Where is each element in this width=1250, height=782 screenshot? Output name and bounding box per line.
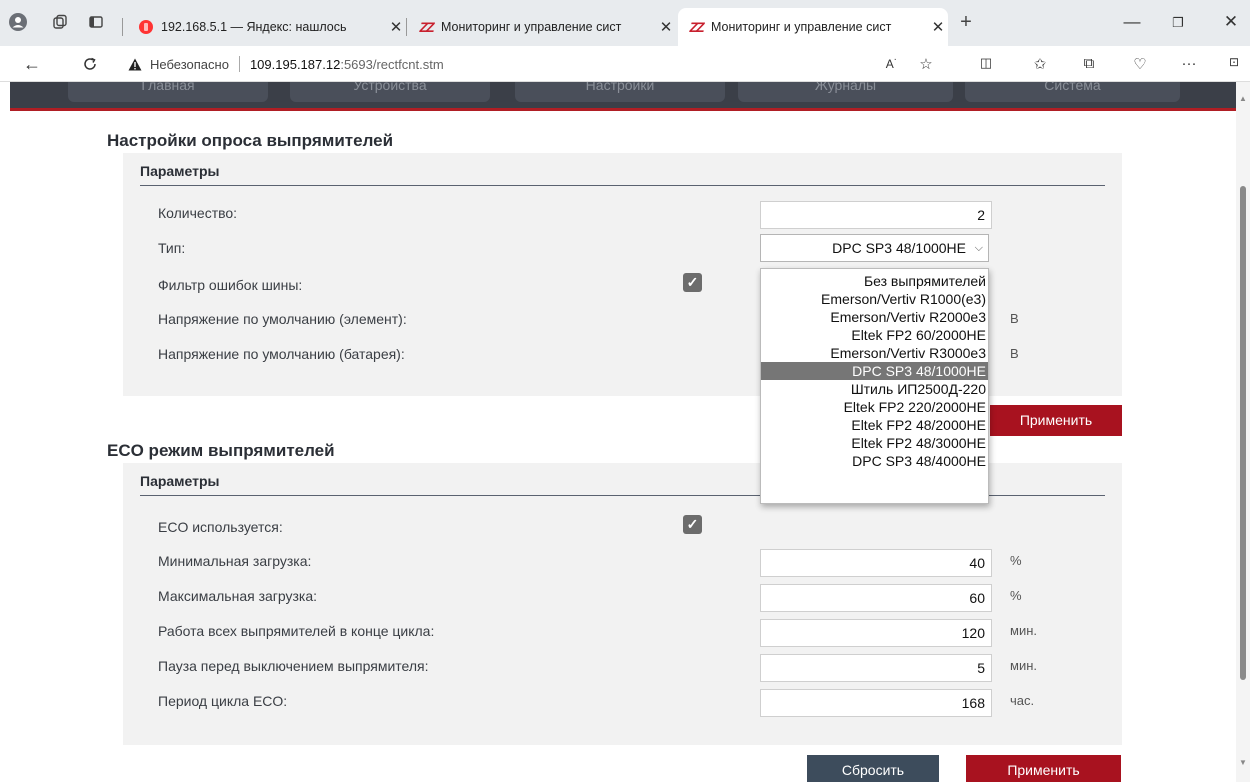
eco-period-label: Период цикла ECO: bbox=[158, 693, 288, 709]
app-logo-icon: ZZ bbox=[689, 19, 704, 35]
type-select-value: DPC SP3 48/1000HE bbox=[832, 240, 966, 256]
scroll-down-icon[interactable]: ▼ bbox=[1239, 758, 1247, 767]
scroll-up-icon[interactable]: ▲ bbox=[1239, 94, 1247, 103]
voltage-cell-label: Напряжение по умолчанию (элемент): bbox=[158, 311, 407, 327]
eco-panel: Параметры ECO используется: ✓ Минимальна… bbox=[123, 463, 1122, 745]
nav-item-home[interactable]: Главная bbox=[68, 82, 268, 102]
close-icon[interactable]: ✕ bbox=[386, 18, 406, 36]
collections-toolbar-icon[interactable]: ⧉ bbox=[1078, 55, 1100, 72]
type-option[interactable]: Emerson/Vertiv R3000e3 bbox=[761, 344, 988, 362]
all-run-label: Работа всех выпрямителей в конце цикла: bbox=[158, 623, 435, 639]
bus-filter-checkbox[interactable]: ✓ bbox=[683, 273, 702, 292]
max-load-unit: % bbox=[1010, 588, 1022, 603]
url-divider bbox=[238, 56, 240, 72]
chevron-down-icon: ⌵ bbox=[974, 242, 983, 254]
type-option[interactable]: DPC SP3 48/4000HE bbox=[761, 452, 988, 470]
type-option[interactable]: Eltek FP2 60/2000HE bbox=[761, 326, 988, 344]
url-host: 109.195.187.12 bbox=[249, 56, 341, 72]
type-label: Тип: bbox=[158, 240, 186, 256]
bus-filter-label: Фильтр ошибок шины: bbox=[158, 277, 303, 293]
max-load-input[interactable]: 60 bbox=[760, 584, 992, 612]
tab-separator bbox=[406, 18, 407, 36]
restore-icon[interactable]: ❐ bbox=[1163, 15, 1193, 31]
quantity-label: Количество: bbox=[158, 205, 238, 221]
url-path: :5693/rectfcnt.stm bbox=[340, 56, 444, 72]
top-nav: Главная Устройства Настройки Журналы Сис… bbox=[10, 82, 1236, 111]
eco-used-checkbox[interactable]: ✓ bbox=[683, 515, 702, 534]
nav-item-logs[interactable]: Журналы bbox=[738, 82, 953, 102]
tab-title: 192.168.5.1 — Яндекс: нашлось bbox=[161, 20, 347, 34]
reset-button[interactable]: Сбросить bbox=[807, 755, 939, 782]
favorite-star-icon[interactable]: ☆ bbox=[915, 55, 937, 73]
nav-item-devices[interactable]: Устройства bbox=[290, 82, 490, 102]
poll-settings-title: Настройки опроса выпрямителей bbox=[107, 131, 394, 150]
close-icon[interactable]: ✕ bbox=[928, 18, 948, 36]
read-aloud-icon[interactable]: Aᐧ bbox=[880, 55, 902, 71]
page-scrollbar[interactable]: ▲ ▼ bbox=[1236, 82, 1250, 782]
profile-icon[interactable] bbox=[6, 10, 30, 34]
type-option[interactable]: Eltek FP2 48/3000HE bbox=[761, 434, 988, 452]
eco-period-input[interactable]: 168 bbox=[760, 689, 992, 717]
address-bar-row: ← Небезопасно 109.195.187.12:5693/rectfc… bbox=[0, 46, 1250, 82]
type-option[interactable]: Без выпрямителей bbox=[761, 272, 988, 290]
voltage-battery-unit: В bbox=[1010, 346, 1019, 361]
eco-mode-title: ECO режим выпрямителей bbox=[107, 441, 335, 460]
scrollbar-thumb[interactable] bbox=[1240, 186, 1246, 680]
min-load-input[interactable]: 40 bbox=[760, 549, 992, 577]
pause-input[interactable]: 5 bbox=[760, 654, 992, 682]
type-option[interactable]: Emerson/Vertiv R1000(e3) bbox=[761, 290, 988, 308]
browser-tab-bar: 192.168.5.1 — Яндекс: нашлось ✕ ZZ Монит… bbox=[0, 0, 1250, 46]
page-viewport: Главная Устройства Настройки Журналы Сис… bbox=[0, 82, 1236, 782]
voltage-battery-label: Напряжение по умолчанию (батарея): bbox=[158, 346, 405, 362]
poll-apply-button[interactable]: Применить bbox=[990, 405, 1122, 436]
tab-separator bbox=[122, 18, 123, 36]
min-load-unit: % bbox=[1010, 553, 1022, 568]
voltage-cell-unit: В bbox=[1010, 311, 1019, 326]
eco-used-label: ECO используется: bbox=[158, 519, 283, 535]
all-run-unit: мин. bbox=[1010, 623, 1037, 638]
tab-title: Мониторинг и управление сист bbox=[711, 20, 892, 34]
close-icon[interactable]: ✕ bbox=[656, 18, 676, 36]
type-dropdown-list: Без выпрямителей Emerson/Vertiv R1000(e3)… bbox=[760, 268, 989, 504]
quantity-input[interactable]: 2 bbox=[760, 201, 992, 229]
warning-icon bbox=[128, 58, 142, 70]
tab-actions-icon[interactable] bbox=[84, 10, 108, 34]
eco-period-unit: час. bbox=[1010, 693, 1035, 708]
type-option[interactable]: Штиль ИП2500Д-220 bbox=[761, 380, 988, 398]
type-option[interactable]: Eltek FP2 220/2000HE bbox=[761, 398, 988, 416]
app-logo-icon: ZZ bbox=[419, 19, 434, 35]
all-run-input[interactable]: 120 bbox=[760, 619, 992, 647]
min-load-label: Минимальная загрузка: bbox=[158, 553, 312, 569]
extensions-icon[interactable]: ♡ bbox=[1129, 55, 1151, 73]
split-screen-icon[interactable]: ◫ bbox=[975, 55, 997, 71]
tab-yandex[interactable]: 192.168.5.1 — Яндекс: нашлось ✕ bbox=[128, 8, 406, 46]
pause-label: Пауза перед выключением выпрямителя: bbox=[158, 658, 429, 674]
new-tab-button[interactable]: + bbox=[954, 10, 978, 34]
apply-button[interactable]: Применить bbox=[966, 755, 1121, 782]
minimize-icon[interactable]: — bbox=[1117, 12, 1147, 32]
address-input[interactable]: Небезопасно 109.195.187.12:5693/rectfcnt… bbox=[120, 50, 950, 78]
poll-panel-header: Параметры bbox=[140, 159, 1105, 186]
tab-monitoring-active[interactable]: ZZ Мониторинг и управление сист ✕ bbox=[678, 8, 948, 46]
refresh-icon[interactable] bbox=[78, 52, 102, 76]
nav-item-settings[interactable]: Настройки bbox=[515, 82, 725, 102]
pause-unit: мин. bbox=[1010, 658, 1037, 673]
tab-monitoring-1[interactable]: ZZ Мониторинг и управление сист ✕ bbox=[408, 8, 676, 46]
close-window-icon[interactable]: ✕ bbox=[1216, 12, 1246, 32]
tab-title: Мониторинг и управление сист bbox=[441, 20, 622, 34]
back-icon[interactable]: ← bbox=[20, 52, 44, 76]
type-option[interactable]: Emerson/Vertiv R2000e3 bbox=[761, 308, 988, 326]
security-label[interactable]: Небезопасно bbox=[150, 57, 229, 72]
nav-item-system[interactable]: Система bbox=[965, 82, 1180, 102]
type-select[interactable]: DPC SP3 48/1000HE ⌵ bbox=[760, 234, 989, 262]
collections-icon[interactable] bbox=[48, 10, 72, 34]
yandex-icon bbox=[138, 19, 154, 35]
max-load-label: Максимальная загрузка: bbox=[158, 588, 318, 604]
more-icon[interactable]: ··· bbox=[1178, 55, 1200, 72]
type-option[interactable]: Eltek FP2 48/2000HE bbox=[761, 416, 988, 434]
type-option[interactable]: DPC SP3 48/1000HE bbox=[761, 362, 988, 380]
sidebar-toggle-icon[interactable]: ⊡ bbox=[1223, 55, 1245, 69]
favorites-icon[interactable]: ✩ bbox=[1029, 55, 1051, 73]
